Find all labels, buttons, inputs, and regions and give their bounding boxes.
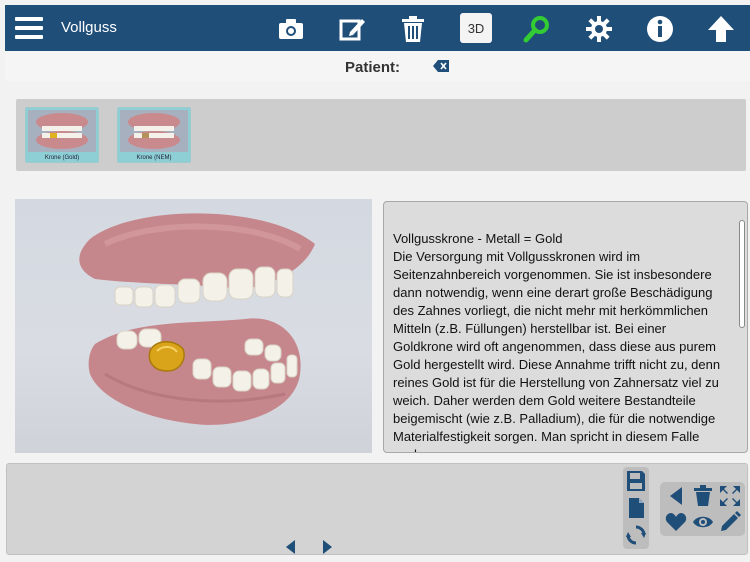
teeth-3d-image[interactable] (15, 199, 372, 453)
document-icon[interactable] (626, 497, 646, 519)
save-icon[interactable] (626, 470, 646, 492)
back-icon[interactable] (665, 485, 687, 507)
chevron-right-icon[interactable] (320, 540, 334, 554)
refresh-icon[interactable] (626, 524, 646, 546)
thumbnail-crown-gold[interactable]: Krone (Gold) (25, 107, 99, 163)
gear-icon[interactable] (583, 13, 615, 45)
action-panel (660, 482, 745, 536)
camera-icon[interactable] (275, 13, 307, 45)
trash-icon[interactable] (692, 485, 714, 507)
teeth-nem-thumbnail-image (120, 110, 188, 152)
description-scrollbar[interactable] (739, 220, 745, 328)
chevron-left-icon[interactable] (284, 540, 298, 554)
search-icon[interactable] (521, 13, 553, 45)
patient-row: Patient: (5, 51, 750, 81)
3d-toggle-button[interactable]: 3D (460, 13, 492, 43)
thumbnail-crown-nem[interactable]: Krone (NEM) (117, 107, 191, 163)
trash-icon[interactable] (397, 13, 429, 45)
expand-icon[interactable] (719, 485, 741, 507)
backspace-clear-icon[interactable] (433, 60, 449, 72)
description-panel[interactable]: Vollgusskrone - Metall = Gold Die Versor… (383, 201, 748, 453)
info-icon[interactable] (644, 13, 676, 45)
thumbnail-caption: Krone (NEM) (136, 155, 172, 161)
eye-icon[interactable] (692, 511, 714, 533)
teeth-gold-thumbnail-image (28, 110, 96, 152)
upload-arrow-icon[interactable] (705, 13, 737, 45)
thumbnail-strip: Krone (Gold) Krone (NEM) (16, 99, 746, 171)
menu-icon[interactable] (15, 15, 43, 41)
thumbnail-caption: Krone (Gold) (44, 155, 80, 161)
description-body: Die Versorgung mit Vollgusskronen wird i… (393, 249, 721, 452)
app-window: Vollguss 3D Patient: Krone (Gold) Krone … (0, 0, 750, 562)
description-text: Vollgusskrone - Metall = Gold Die Versor… (393, 230, 729, 452)
pencil-icon[interactable] (719, 511, 741, 533)
top-toolbar: Vollguss 3D (5, 5, 750, 51)
side-toolbar (623, 467, 649, 549)
description-heading: Vollgusskrone - Metall = Gold (393, 231, 563, 246)
heart-icon[interactable] (665, 511, 687, 533)
patient-label: Patient: (345, 59, 401, 76)
dental-model-illustration (79, 213, 316, 425)
page-title: Vollguss (61, 19, 117, 36)
edit-icon[interactable] (336, 13, 368, 45)
